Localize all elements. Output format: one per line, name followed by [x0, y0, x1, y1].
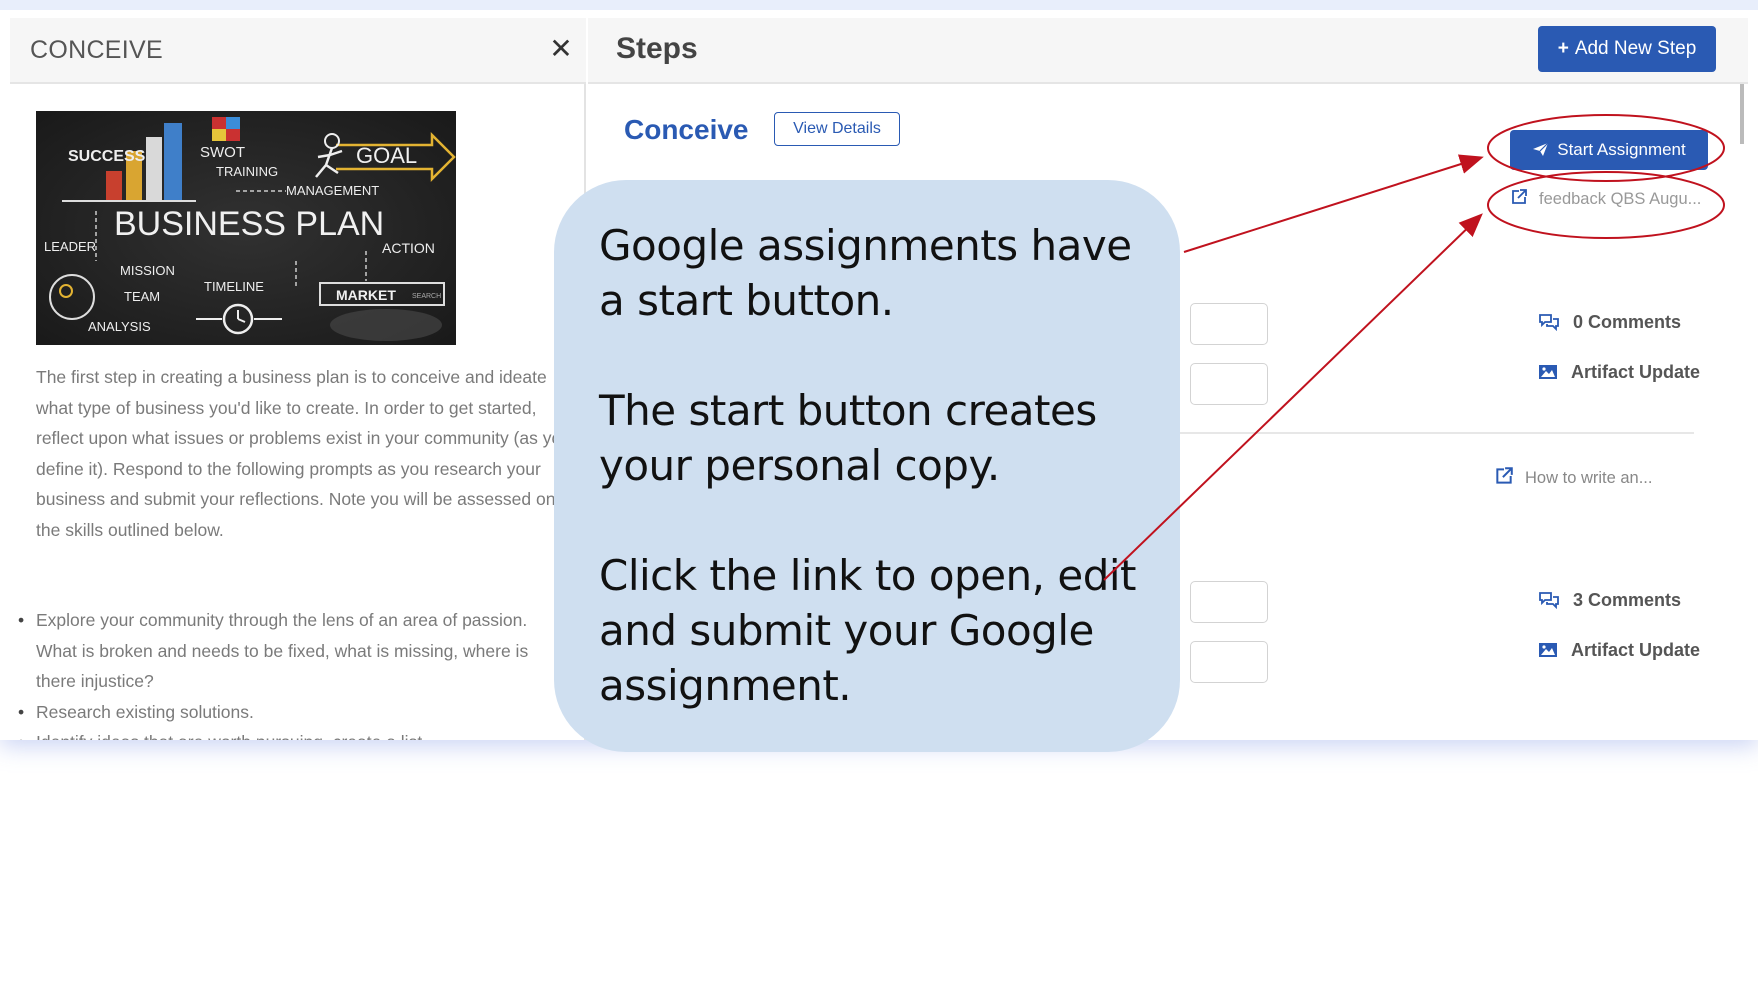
artifact-update-label: Artifact Update: [1571, 362, 1701, 382]
artifact-update-label: Artifact Update: [1571, 640, 1701, 660]
svg-text:TIMELINE: TIMELINE: [204, 279, 264, 294]
svg-text:LEADER: LEADER: [44, 239, 96, 254]
svg-text:TEAM: TEAM: [124, 289, 160, 304]
image-icon: [1538, 362, 1563, 382]
business-plan-chalkboard: SUCCESS SWOT TRAINING MANAGEMENT GOAL BU…: [36, 111, 456, 345]
plus-icon: +: [1557, 38, 1569, 59]
svg-text:ACTION: ACTION: [382, 240, 435, 256]
close-icon[interactable]: ✕: [546, 34, 576, 64]
scrollbar[interactable]: [1740, 84, 1744, 144]
score-field[interactable]: [1190, 581, 1268, 623]
external-link-icon: [1494, 467, 1519, 487]
list-item: Identify ideas that are worth pursuing, …: [18, 727, 566, 740]
steps-title: Steps: [616, 32, 698, 65]
list-item: Explore your community through the lens …: [18, 605, 566, 697]
image-icon: [1538, 640, 1563, 660]
view-details-button[interactable]: View Details: [774, 112, 900, 146]
row-divider: [1178, 432, 1694, 434]
artifact-update-link[interactable]: Artifact Update: [1538, 362, 1700, 383]
google-assignment-link[interactable]: feedback QBS Augu...: [1510, 188, 1701, 209]
start-assignment-label: Start Assignment: [1557, 140, 1686, 159]
panel-header: CONCEIVE ✕: [10, 18, 586, 84]
svg-text:GOAL: GOAL: [356, 143, 417, 168]
comments-link[interactable]: 0 Comments: [1538, 312, 1681, 333]
steps-header: Steps + Add New Step: [588, 18, 1748, 84]
panel-title: CONCEIVE: [30, 36, 163, 64]
external-link-icon: [1510, 188, 1533, 208]
comments-link[interactable]: 3 Comments: [1538, 590, 1681, 611]
svg-text:SUCCESS: SUCCESS: [68, 148, 146, 165]
add-step-label: Add New Step: [1574, 38, 1697, 59]
svg-text:SWOT: SWOT: [200, 144, 245, 161]
list-item: Research existing solutions.: [18, 697, 566, 728]
resource-link-label: How to write an...: [1525, 469, 1653, 487]
step-detail-panel: CONCEIVE ✕ SUCCESS SWOT TRAINING MANAGEM…: [10, 18, 586, 740]
paper-plane-icon: [1532, 130, 1549, 170]
svg-text:MISSION: MISSION: [120, 263, 175, 278]
prompt-list: Explore your community through the lens …: [18, 605, 566, 740]
feedback-link-label: feedback QBS Augu...: [1539, 190, 1702, 208]
artifact-update-link[interactable]: Artifact Update: [1538, 640, 1700, 661]
comments-icon: [1538, 312, 1565, 332]
svg-text:MARKET: MARKET: [336, 287, 396, 303]
step-description: The first step in creating a business pl…: [36, 367, 571, 540]
svg-text:TRAINING: TRAINING: [216, 164, 278, 179]
svg-text:MANAGEMENT: MANAGEMENT: [286, 183, 379, 198]
svg-text:SEARCH: SEARCH: [412, 293, 441, 300]
score-field[interactable]: [1190, 641, 1268, 683]
window-top-bar: [0, 0, 1758, 10]
step-name: Conceive: [624, 114, 749, 145]
comments-count: 3 Comments: [1573, 590, 1682, 610]
comments-count: 0 Comments: [1573, 312, 1682, 332]
comments-icon: [1538, 590, 1565, 610]
annotation-text: Google assignments have a start button. …: [599, 221, 1137, 710]
business-plan-image: SUCCESS SWOT TRAINING MANAGEMENT GOAL BU…: [36, 111, 456, 345]
score-field[interactable]: [1190, 303, 1268, 345]
svg-text:BUSINESS PLAN: BUSINESS PLAN: [114, 205, 384, 243]
start-assignment-button[interactable]: Start Assignment: [1510, 130, 1708, 170]
annotation-callout: Google assignments have a start button. …: [554, 180, 1180, 752]
score-field[interactable]: [1190, 363, 1268, 405]
resource-link[interactable]: How to write an...: [1494, 466, 1652, 488]
add-new-step-button[interactable]: + Add New Step: [1538, 26, 1716, 72]
svg-text:ANALYSIS: ANALYSIS: [88, 319, 151, 334]
